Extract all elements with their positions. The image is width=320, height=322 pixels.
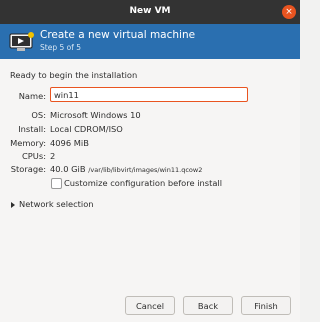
customize-label[interactable]: Customize configuration before install <box>64 178 222 188</box>
triangle-right-icon <box>11 201 15 208</box>
storage-value: 40.0 GiB /var/lib/libvirt/images/win11.q… <box>50 164 202 174</box>
storage-path: /var/lib/libvirt/images/win11.qcow2 <box>88 166 203 174</box>
wizard-title: Create a new virtual machine <box>40 29 196 41</box>
storage-label: Storage: <box>10 164 46 174</box>
close-button[interactable]: × <box>282 5 296 19</box>
memory-label: Memory: <box>10 138 46 148</box>
install-value: Local CDROM/ISO <box>50 124 123 134</box>
storage-size: 40.0 GiB <box>50 164 86 174</box>
network-selection-label: Network selection <box>19 199 94 209</box>
network-selection-expander[interactable]: Network selection <box>11 199 94 209</box>
close-icon: × <box>285 7 293 17</box>
intro-text: Ready to begin the installation <box>10 70 138 80</box>
cpus-value: 2 <box>50 151 56 161</box>
customize-checkbox[interactable] <box>51 178 62 189</box>
os-value: Microsoft Windows 10 <box>50 110 141 120</box>
memory-value: 4096 MiB <box>50 138 89 148</box>
name-label: Name: <box>18 91 46 101</box>
cpus-label: CPUs: <box>22 151 46 161</box>
window-title: New VM <box>129 6 171 16</box>
os-label: OS: <box>31 110 46 120</box>
install-label: Install: <box>18 124 46 134</box>
titlebar[interactable]: New VM × <box>0 0 300 24</box>
finish-button[interactable]: Finish <box>241 296 291 315</box>
wizard-step: Step 5 of 5 <box>40 43 82 52</box>
new-vm-window: New VM × Create a new virtual machine St… <box>0 0 300 322</box>
name-input[interactable] <box>50 87 248 102</box>
virtual-machine-icon <box>9 32 34 51</box>
back-button[interactable]: Back <box>183 296 233 315</box>
cancel-button[interactable]: Cancel <box>125 296 175 315</box>
wizard-header: Create a new virtual machine Step 5 of 5 <box>0 24 300 59</box>
